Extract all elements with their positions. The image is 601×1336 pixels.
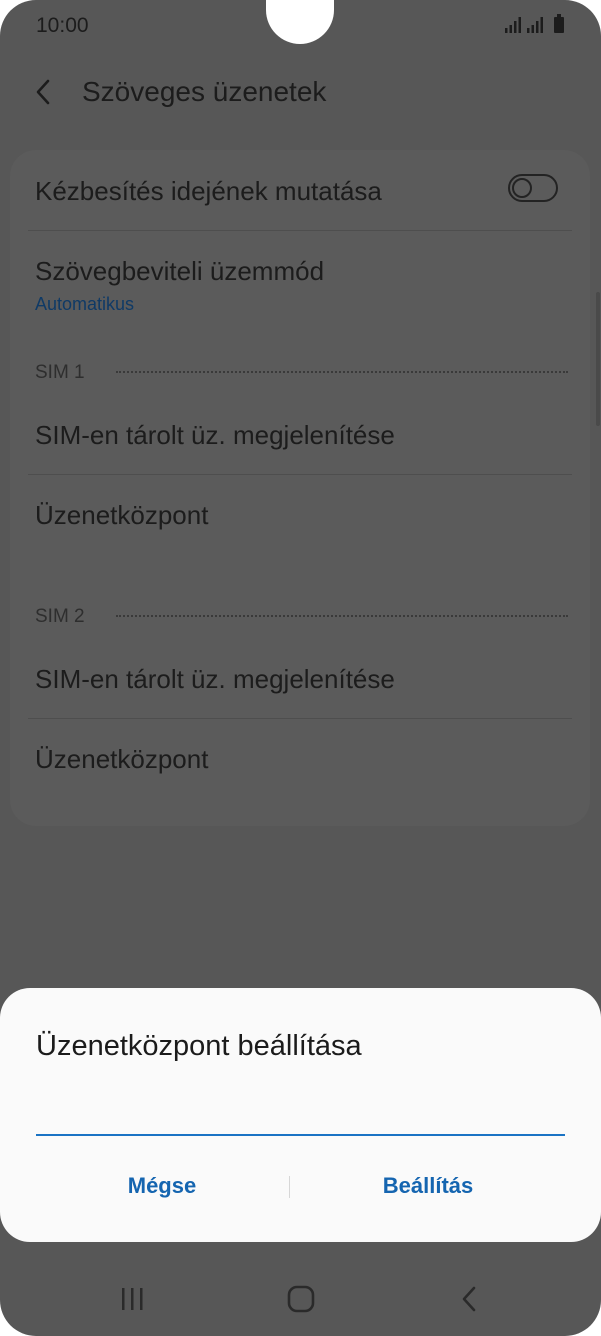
back-arrow-icon[interactable] <box>32 76 56 108</box>
page-title: Szöveges üzenetek <box>82 76 327 107</box>
setting-sim2-show-messages-label: SIM-en tárolt üz. megjelenítése <box>35 664 395 694</box>
home-icon[interactable] <box>270 1274 330 1324</box>
section-divider <box>116 371 568 373</box>
delivery-time-toggle[interactable] <box>508 174 558 202</box>
divider <box>28 474 572 475</box>
setting-delivery-time[interactable]: Kézbesítés idejének mutatása <box>10 150 590 230</box>
section-header-sim1: SIM 1 <box>35 362 85 383</box>
status-time: 10:00 <box>36 14 89 37</box>
phone-screen: 10:00 Szöveges üzenetek Kézbesítés idejé… <box>0 0 601 1336</box>
setting-sim2-show-messages[interactable]: SIM-en tárolt üz. megjelenítése <box>10 638 590 718</box>
battery-icon <box>554 14 564 33</box>
divider <box>28 718 572 719</box>
set-button[interactable]: Beállítás <box>290 1158 566 1214</box>
signal-sim1-icon <box>505 17 521 33</box>
message-center-input[interactable] <box>36 1098 565 1136</box>
setting-sim1-message-center[interactable]: Üzenetközpont <box>10 476 590 556</box>
section-header-sim2: SIM 2 <box>35 606 85 627</box>
setting-sim1-show-messages[interactable]: SIM-en tárolt üz. megjelenítése <box>10 394 590 474</box>
recent-apps-icon[interactable] <box>102 1274 162 1324</box>
section-divider <box>116 615 568 617</box>
navigation-bar <box>0 1264 601 1336</box>
cancel-button[interactable]: Mégse <box>36 1158 288 1214</box>
message-center-dialog: Üzenetközpont beállítása Mégse Beállítás <box>0 988 601 1242</box>
settings-list: Kézbesítés idejének mutatása Szövegbevit… <box>10 150 590 826</box>
dialog-title: Üzenetközpont beállítása <box>36 1030 362 1062</box>
setting-delivery-time-label: Kézbesítés idejének mutatása <box>35 176 382 206</box>
scrollbar[interactable] <box>596 292 600 426</box>
toggle-knob <box>512 178 532 198</box>
setting-sim1-show-messages-label: SIM-en tárolt üz. megjelenítése <box>35 420 395 450</box>
setting-sim2-message-center[interactable]: Üzenetközpont <box>10 720 590 800</box>
divider <box>28 230 572 231</box>
setting-input-mode-label: Szövegbeviteli üzemmód <box>35 256 325 286</box>
setting-sim1-message-center-label: Üzenetközpont <box>35 500 209 530</box>
app-bar: Szöveges üzenetek <box>0 60 601 126</box>
setting-input-mode[interactable]: Szövegbeviteli üzemmód Automatikus <box>10 232 590 332</box>
back-icon[interactable] <box>438 1274 498 1324</box>
signal-sim2-icon <box>527 17 543 33</box>
setting-input-mode-value: Automatikus <box>35 294 135 314</box>
setting-sim2-message-center-label: Üzenetközpont <box>35 744 209 774</box>
